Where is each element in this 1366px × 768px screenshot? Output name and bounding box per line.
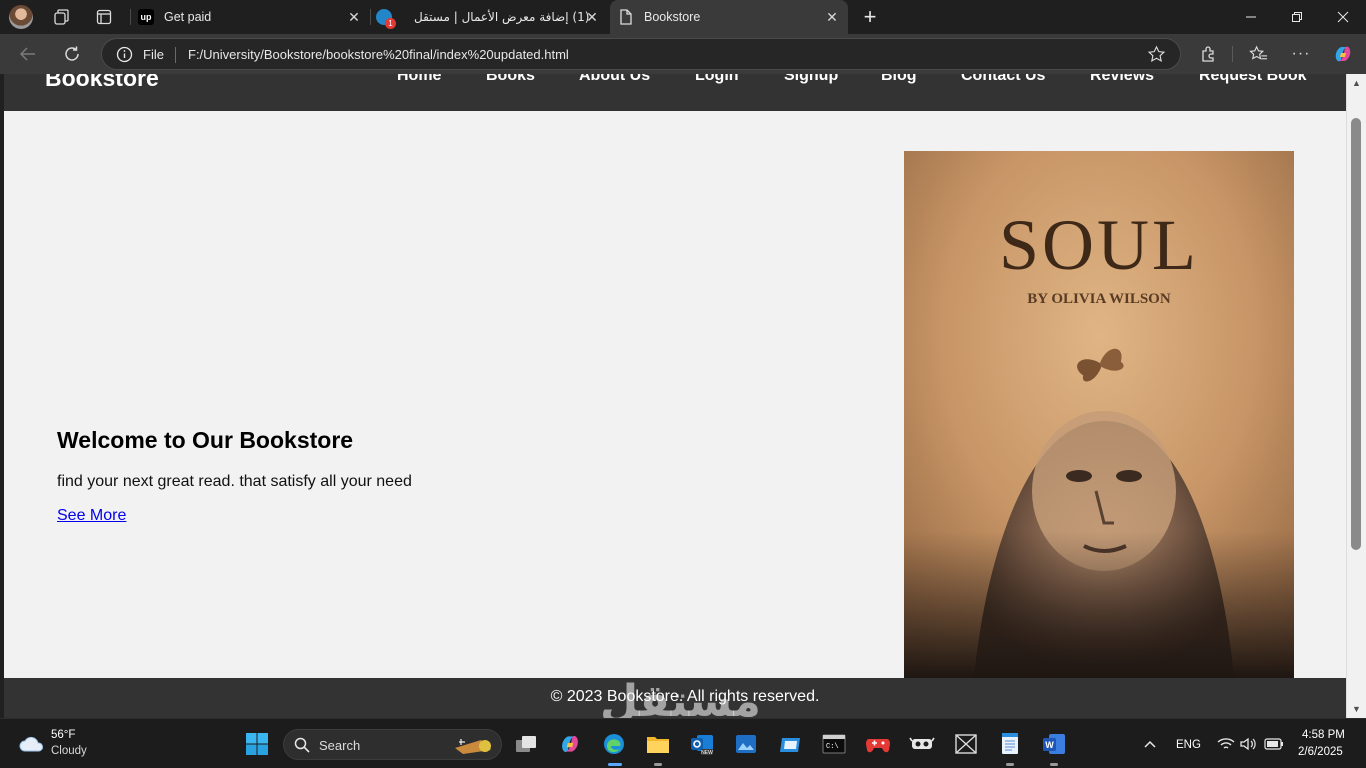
screen-capture-icon[interactable] bbox=[950, 728, 982, 760]
close-window-icon[interactable] bbox=[1320, 0, 1366, 34]
restore-icon[interactable] bbox=[1274, 0, 1320, 34]
browser-tab-strip: up Get paid ✕ 1 (1) إضافة معرض الأعمال |… bbox=[0, 0, 1366, 34]
svg-text:NEW: NEW bbox=[701, 750, 713, 756]
search-icon bbox=[294, 737, 310, 753]
battery-icon[interactable] bbox=[1258, 728, 1290, 760]
profile-avatar[interactable] bbox=[9, 5, 33, 29]
site-logo[interactable]: Bookstore bbox=[45, 74, 159, 92]
nav-home[interactable]: Home bbox=[397, 74, 441, 85]
store-icon[interactable] bbox=[774, 728, 806, 760]
terminal-icon[interactable]: C:\ bbox=[818, 728, 850, 760]
hero-heading: Welcome to Our Bookstore bbox=[57, 427, 354, 453]
nav-request-book[interactable]: Request Book bbox=[1199, 74, 1307, 85]
tab-title: (1) إضافة معرض الأعمال | مستقل bbox=[414, 10, 590, 24]
notepad-icon[interactable] bbox=[994, 728, 1026, 766]
site-header: Bookstore Home Books About Us Login Sign… bbox=[4, 74, 1346, 111]
word-icon[interactable]: W bbox=[1038, 728, 1070, 766]
tab-bookstore[interactable]: Bookstore ✕ bbox=[610, 0, 848, 34]
scroll-down-icon[interactable]: ▼ bbox=[1352, 704, 1361, 714]
workspaces-icon[interactable] bbox=[48, 4, 76, 30]
tab-title: Bookstore bbox=[644, 10, 701, 24]
close-tab-icon[interactable]: ✕ bbox=[584, 9, 600, 25]
copilot-icon[interactable] bbox=[1328, 40, 1358, 68]
tab-title: Get paid bbox=[164, 10, 212, 24]
footer-copyright: © 2023 Bookstore. All rights reserved. bbox=[550, 688, 820, 705]
cover-title: SOUL bbox=[999, 205, 1199, 285]
site-info-icon[interactable] bbox=[116, 46, 133, 68]
cloud-icon bbox=[19, 736, 43, 752]
running-indicator bbox=[654, 763, 662, 766]
upwork-icon: up bbox=[138, 9, 154, 25]
refresh-icon[interactable] bbox=[57, 40, 87, 68]
web-page-viewport: Bookstore Home Books About Us Login Sign… bbox=[4, 74, 1346, 718]
url-text[interactable]: F:/University/Bookstore/bookstore%20fina… bbox=[188, 47, 569, 62]
tab-separator bbox=[370, 9, 371, 25]
mostaql-icon: 1 bbox=[376, 9, 396, 29]
vertical-tabs-icon[interactable] bbox=[90, 4, 118, 30]
nav-about-us[interactable]: About Us bbox=[579, 74, 650, 85]
nav-blog[interactable]: Blog bbox=[881, 74, 917, 85]
back-icon[interactable] bbox=[13, 40, 43, 68]
weather-widget[interactable]: 56°F Cloudy bbox=[18, 729, 128, 761]
language-indicator[interactable]: ENG bbox=[1176, 739, 1201, 751]
scrollbar-thumb[interactable] bbox=[1351, 118, 1361, 550]
nav-reviews[interactable]: Reviews bbox=[1090, 74, 1154, 85]
more-menu-icon[interactable]: ··· bbox=[1286, 40, 1316, 68]
search-highlight-icon bbox=[455, 739, 491, 754]
svg-text:C:\: C:\ bbox=[826, 743, 839, 751]
see-more-link[interactable]: See More bbox=[57, 507, 126, 525]
photos-icon[interactable] bbox=[730, 728, 762, 760]
game-controller-icon[interactable] bbox=[862, 728, 894, 760]
close-tab-icon[interactable]: ✕ bbox=[346, 9, 362, 25]
minimize-icon[interactable] bbox=[1228, 0, 1274, 34]
page-scrollbar[interactable]: ▲ ▼ bbox=[1346, 74, 1366, 718]
cover-author: BY OLIVIA WILSON bbox=[1027, 291, 1171, 307]
weather-temp: 56°F bbox=[51, 729, 76, 741]
new-tab-button[interactable]: + bbox=[856, 4, 884, 30]
address-bar[interactable]: File F:/University/Bookstore/bookstore%2… bbox=[101, 38, 1181, 70]
book-cover-image: SOUL BY OLIVIA WILSON bbox=[904, 151, 1294, 678]
nav-books[interactable]: Books bbox=[486, 74, 535, 85]
running-indicator bbox=[1006, 763, 1014, 766]
clock-date[interactable]: 2/6/2025 bbox=[1298, 746, 1343, 758]
hero-text: find your next great read. that satisfy … bbox=[57, 473, 412, 490]
outlook-icon[interactable]: NEW bbox=[686, 728, 718, 760]
start-icon[interactable] bbox=[241, 728, 273, 760]
tab-mostaql[interactable]: 1 (1) إضافة معرض الأعمال | مستقل ✕ bbox=[376, 0, 608, 34]
notification-badge: 1 bbox=[385, 18, 396, 29]
copilot-taskbar-icon[interactable] bbox=[554, 728, 586, 760]
site-footer: © 2023 Bookstore. All rights reserved. bbox=[4, 678, 1346, 718]
hero-section: Welcome to Our Bookstore find your next … bbox=[4, 111, 1346, 678]
tab-separator bbox=[130, 9, 131, 25]
browser-toolbar: File F:/University/Bookstore/bookstore%2… bbox=[0, 34, 1366, 74]
show-hidden-icons-chevron-icon[interactable] bbox=[1134, 728, 1166, 760]
favorites-icon[interactable] bbox=[1243, 40, 1273, 68]
url-scheme: File bbox=[143, 47, 164, 62]
taskbar-search[interactable]: Search bbox=[283, 729, 502, 760]
file-explorer-icon[interactable] bbox=[642, 728, 674, 766]
search-label: Search bbox=[319, 738, 361, 753]
windows-taskbar: 56°F Cloudy Search NEW C:\ W ENG 4:58 PM… bbox=[0, 718, 1366, 768]
extensions-icon[interactable] bbox=[1194, 40, 1224, 68]
page-icon bbox=[618, 9, 634, 25]
task-view-icon[interactable] bbox=[510, 728, 542, 760]
omnibox-divider bbox=[175, 47, 176, 63]
svg-text:W: W bbox=[1045, 740, 1054, 750]
nav-contact-us[interactable]: Contact Us bbox=[961, 74, 1045, 85]
active-indicator bbox=[608, 763, 622, 766]
close-tab-icon[interactable]: ✕ bbox=[824, 9, 840, 25]
nav-signup[interactable]: Signup bbox=[784, 74, 838, 85]
running-indicator bbox=[1050, 763, 1058, 766]
snipping-tool-icon[interactable] bbox=[906, 728, 938, 760]
weather-condition: Cloudy bbox=[51, 745, 87, 757]
toolbar-divider bbox=[1232, 46, 1233, 62]
tab-get-paid[interactable]: up Get paid ✕ bbox=[138, 0, 370, 34]
clock-time[interactable]: 4:58 PM bbox=[1302, 729, 1345, 741]
scroll-up-icon[interactable]: ▲ bbox=[1352, 78, 1361, 88]
favorite-star-icon[interactable] bbox=[1147, 45, 1166, 69]
edge-icon[interactable] bbox=[598, 728, 630, 766]
nav-login[interactable]: Login bbox=[695, 74, 739, 85]
